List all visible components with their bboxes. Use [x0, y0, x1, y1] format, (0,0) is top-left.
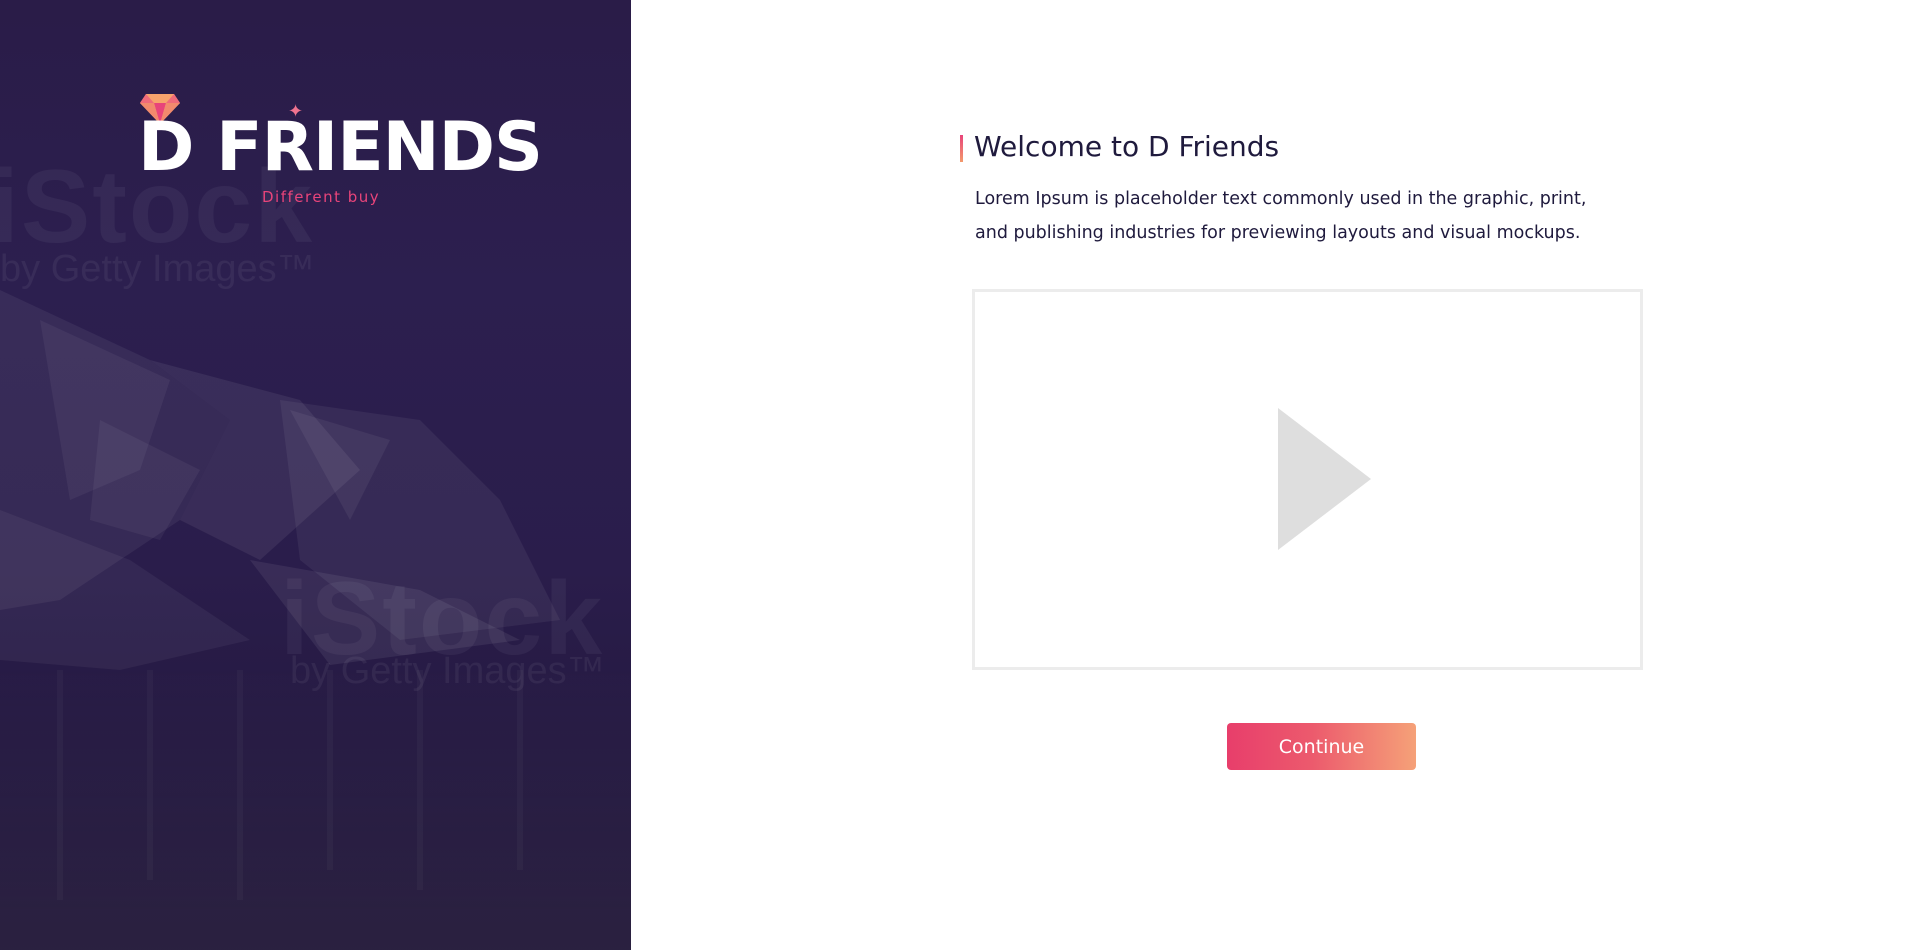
watermark-subtext: by Getty Images™: [0, 248, 315, 290]
welcome-section: Welcome to D Friends Lorem Ipsum is plac…: [960, 130, 1660, 770]
title-accent-bar: [960, 135, 963, 162]
brand-logo: ✦ D FRIENDS Different buy: [138, 92, 543, 212]
video-player[interactable]: [972, 289, 1643, 670]
brand-wordmark: D FRIENDS: [138, 108, 543, 187]
title-row: Welcome to D Friends: [960, 130, 1660, 166]
page-title: Welcome to D Friends: [974, 130, 1280, 163]
brand-tagline: Different buy: [262, 188, 381, 206]
welcome-description: Lorem Ipsum is placeholder text commonly…: [975, 189, 1587, 243]
watermark-subtext: by Getty Images™: [290, 650, 605, 692]
play-icon[interactable]: [1277, 407, 1371, 550]
brand-panel: iStock by Getty Images™ iStock by Getty …: [0, 0, 631, 950]
continue-button[interactable]: Continue: [1227, 723, 1416, 770]
